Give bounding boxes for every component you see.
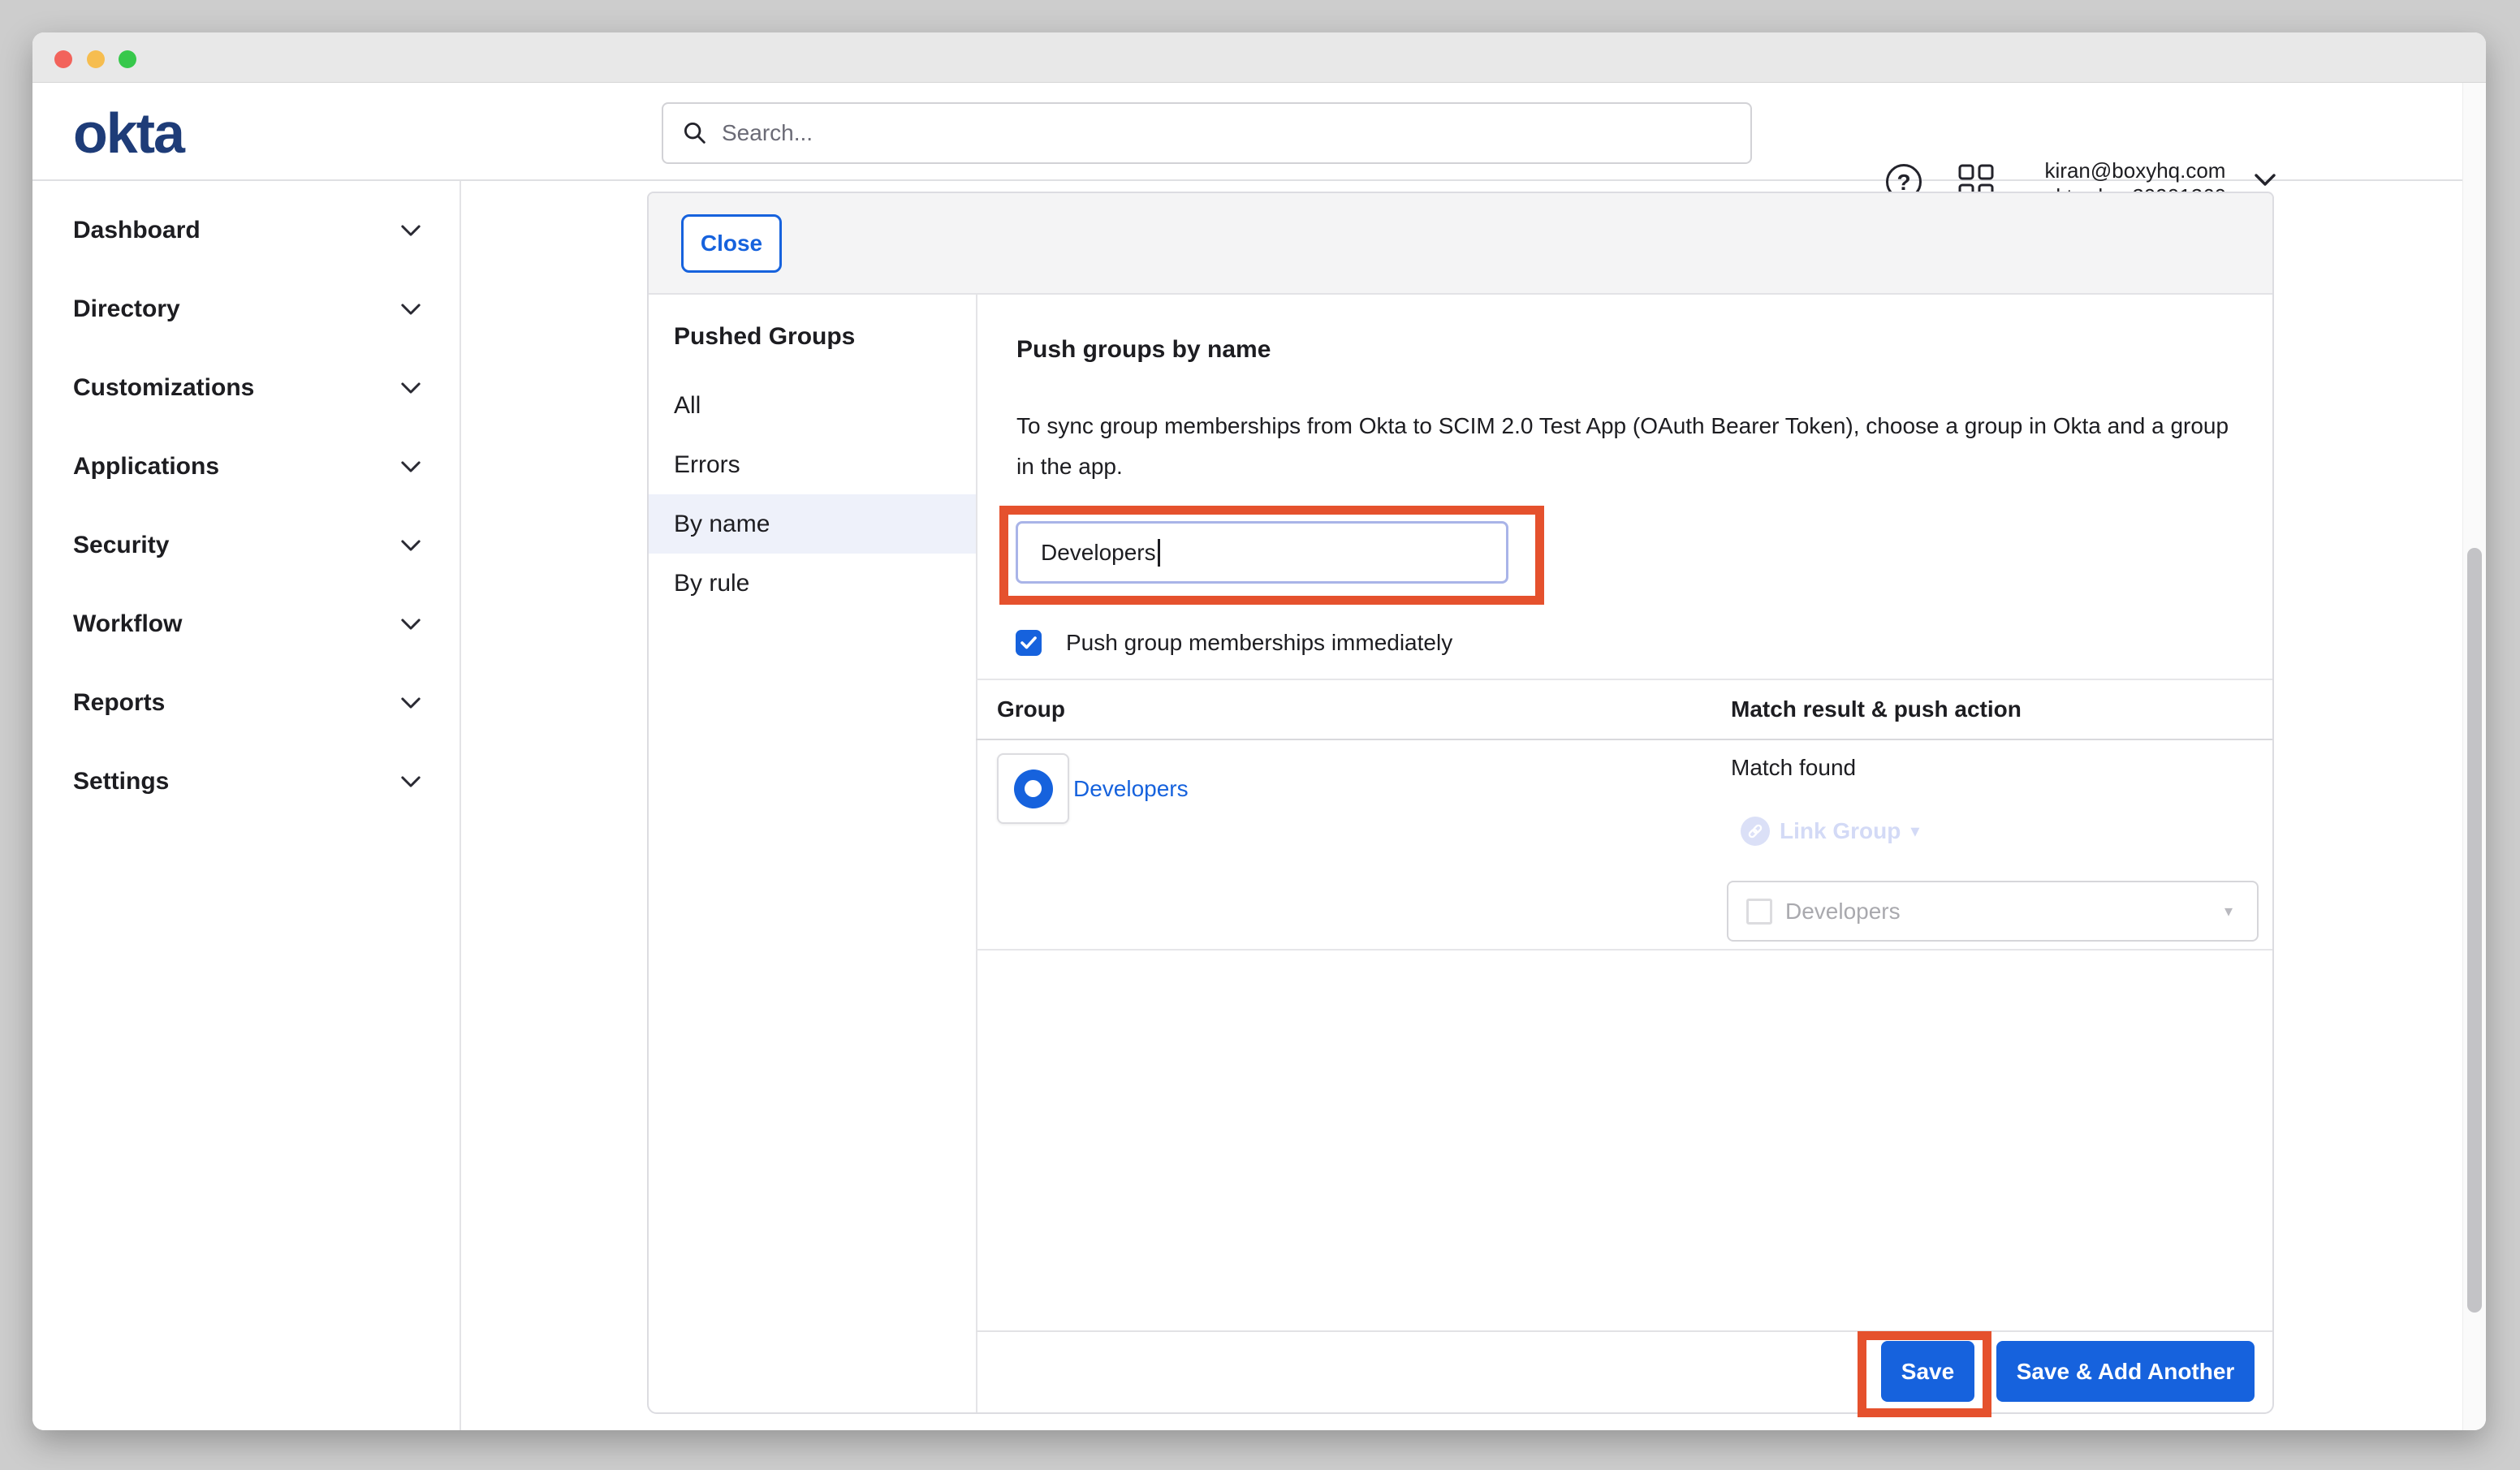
- scrollbar-thumb[interactable]: [2467, 548, 2482, 1313]
- page-title: Push groups by name: [1016, 336, 1271, 364]
- sidebar-item-label: Customizations: [73, 372, 254, 404]
- link-group-label: Link Group: [1780, 818, 1901, 844]
- group-name-link[interactable]: Developers: [1073, 775, 1189, 803]
- push-immediately-label[interactable]: Push group memberships immediately: [1066, 630, 1452, 656]
- sidebar-item-customizations[interactable]: Customizations: [73, 372, 421, 404]
- sidebar-item-label: Dashboard: [73, 214, 201, 247]
- text-cursor: [1158, 539, 1160, 567]
- sidebar-item-reports[interactable]: Reports: [73, 687, 421, 719]
- sidebar-item-directory[interactable]: Directory: [73, 293, 421, 325]
- sidebar-item-label: Workflow: [73, 608, 182, 640]
- sidebar-nav: Dashboard Directory Customizations Appli…: [32, 181, 461, 1430]
- group-name-value: Developers: [1041, 540, 1156, 565]
- sidebar-item-label: Applications: [73, 450, 219, 483]
- chevron-down-icon: [401, 382, 421, 394]
- divider: [976, 739, 2272, 740]
- app-group-placeholder-icon: [1746, 899, 1772, 925]
- chevron-down-icon: [401, 461, 421, 473]
- browser-window: okta ? kiran@boxyhq.com okta-dev-2090126…: [32, 32, 2486, 1430]
- chevron-down-icon: [401, 619, 421, 631]
- dialog-header-strip: Close: [649, 193, 2272, 295]
- caret-down-icon: ▾: [1910, 821, 1919, 842]
- caret-down-icon: ▾: [2224, 901, 2233, 921]
- chevron-down-icon: [401, 304, 421, 316]
- sidebar-item-label: Settings: [73, 765, 169, 798]
- sidebar-item-workflow[interactable]: Workflow: [73, 608, 421, 640]
- pushed-groups-nav: All Errors By name By rule: [649, 376, 976, 613]
- chevron-down-icon: [401, 540, 421, 552]
- sidebar-item-label: Directory: [73, 293, 180, 325]
- description-text: To sync group memberships from Okta to S…: [1016, 406, 2234, 487]
- global-search[interactable]: [662, 102, 1752, 164]
- sidebar-item-dashboard[interactable]: Dashboard: [73, 214, 421, 247]
- chevron-down-icon: [401, 776, 421, 788]
- chevron-down-icon[interactable]: [2255, 174, 2276, 187]
- sidebar-item-security[interactable]: Security: [73, 529, 421, 562]
- pushed-groups-title: Pushed Groups: [674, 323, 855, 351]
- search-icon: [681, 119, 709, 147]
- sidebar-item-label: Reports: [73, 687, 165, 719]
- group-name-input[interactable]: Developers: [1016, 521, 1508, 584]
- match-status-text: Match found: [1731, 754, 1856, 782]
- app-header: okta ? kiran@boxyhq.com okta-dev-2090126…: [32, 83, 2486, 181]
- window-titlebar: [32, 32, 2486, 83]
- divider: [976, 949, 2272, 951]
- chevron-down-icon: [401, 225, 421, 237]
- sidebar-item-settings[interactable]: Settings: [73, 765, 421, 798]
- okta-logo[interactable]: okta: [73, 97, 183, 169]
- save-add-another-button[interactable]: Save & Add Another: [1996, 1341, 2255, 1402]
- push-groups-dialog: Close Pushed Groups All Errors By name B…: [647, 192, 2274, 1414]
- link-icon: [1741, 817, 1770, 846]
- link-group-dropdown[interactable]: Link Group ▾: [1741, 817, 1919, 846]
- account-email: kiran@boxyhq.com: [2022, 157, 2249, 183]
- nav-item-by-name[interactable]: By name: [649, 494, 976, 554]
- column-header-match: Match result & push action: [1731, 696, 2022, 722]
- okta-group-tile: [997, 753, 1069, 824]
- okta-group-icon: [1014, 769, 1053, 808]
- nav-item-all[interactable]: All: [649, 376, 976, 435]
- sidebar-item-applications[interactable]: Applications: [73, 450, 421, 483]
- nav-item-by-rule[interactable]: By rule: [649, 554, 976, 613]
- search-input[interactable]: [722, 120, 1732, 146]
- desktop-background: okta ? kiran@boxyhq.com okta-dev-2090126…: [0, 0, 2520, 1470]
- window-zoom-button[interactable]: [119, 50, 136, 68]
- push-immediately-checkbox[interactable]: [1016, 630, 1042, 656]
- app-group-select[interactable]: Developers ▾: [1727, 881, 2259, 942]
- divider: [976, 295, 977, 1412]
- nav-item-errors[interactable]: Errors: [649, 435, 976, 494]
- app-group-select-value: Developers: [1785, 899, 2224, 925]
- divider: [976, 679, 2272, 680]
- close-button[interactable]: Close: [681, 214, 782, 273]
- window-close-button[interactable]: [54, 50, 72, 68]
- checkmark-icon: [1020, 636, 1038, 650]
- chevron-down-icon: [401, 697, 421, 709]
- annotation-highlight-save: [1858, 1331, 1991, 1417]
- column-header-group: Group: [997, 696, 1065, 722]
- divider: [976, 1330, 2272, 1332]
- sidebar-item-label: Security: [73, 529, 169, 562]
- window-minimize-button[interactable]: [87, 50, 105, 68]
